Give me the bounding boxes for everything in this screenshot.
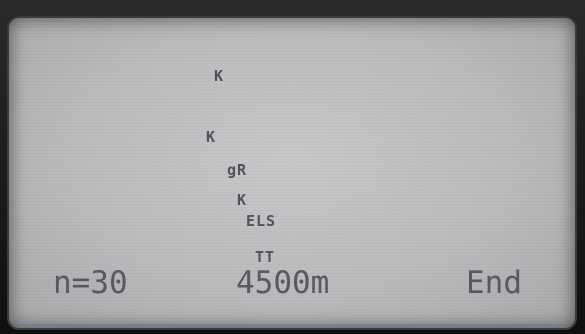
- marker-k: K: [214, 67, 225, 85]
- depth-readout: 4500m: [236, 265, 330, 301]
- marker-k: K: [237, 191, 248, 209]
- sample-count: n=30: [53, 265, 128, 301]
- screen-bottom-edge: [21, 324, 563, 328]
- marker-gr: gR: [227, 161, 248, 179]
- lcd-screen: K K gR K ELS TT n=30 4500m End: [9, 18, 575, 328]
- marker-k: K: [206, 128, 217, 146]
- end-softkey[interactable]: End: [466, 268, 522, 299]
- marker-els: ELS: [246, 212, 277, 230]
- device-bezel: K K gR K ELS TT n=30 4500m End: [0, 0, 585, 334]
- marker-tt: TT: [255, 248, 276, 266]
